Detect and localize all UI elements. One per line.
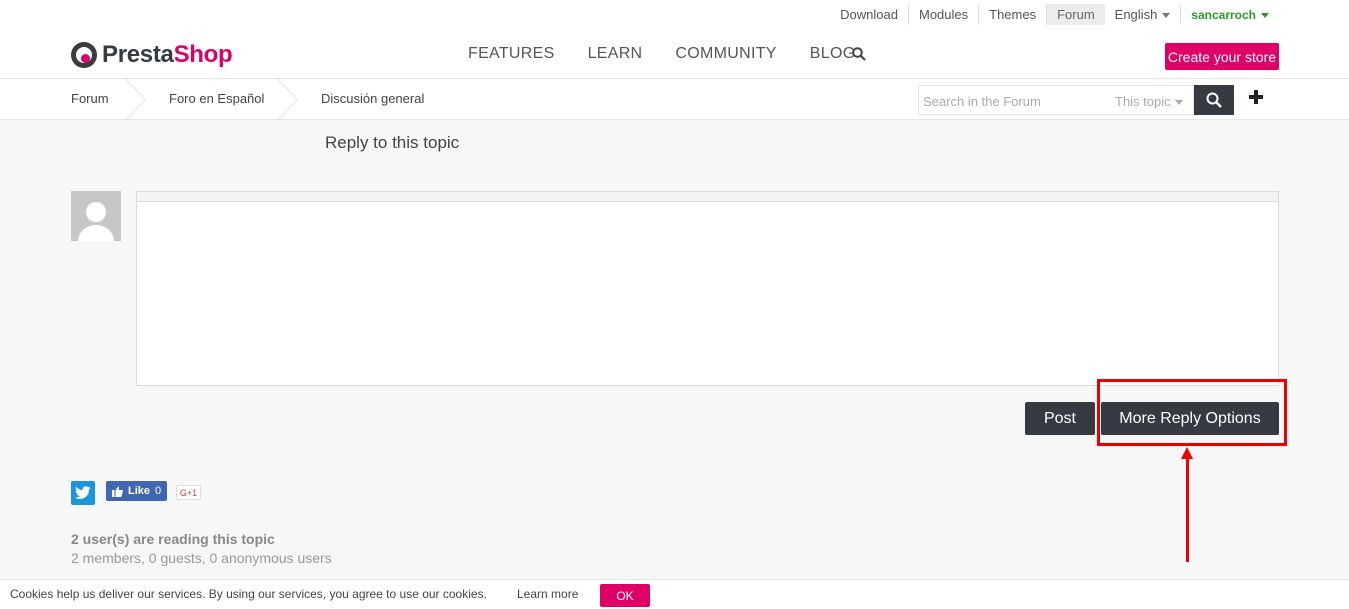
reply-title: Reply to this topic	[325, 133, 460, 152]
prestashop-logo[interactable]: PrestaShop	[71, 41, 233, 69]
readers-detail: 2 members, 0 guests, 0 anonymous users	[71, 550, 332, 566]
breadcrumb-forum[interactable]: Forum	[71, 91, 109, 106]
search-icon	[1206, 92, 1222, 108]
google-plus-button[interactable]: G+1	[176, 485, 201, 500]
annotation-arrow-head	[1181, 447, 1193, 459]
nav-features[interactable]: FEATURES	[468, 45, 555, 63]
search-icon[interactable]	[852, 47, 866, 61]
breadcrumb-foro-espanol[interactable]: Foro en Español	[169, 91, 264, 106]
language-selector[interactable]: English	[1105, 4, 1182, 25]
create-store-button[interactable]: Create your store	[1165, 43, 1279, 70]
main-nav: FEATURES LEARN COMMUNITY BLOG	[468, 45, 888, 63]
logo-icon	[71, 42, 97, 68]
cookie-message: Cookies help us deliver our services. By…	[10, 587, 487, 601]
breadcrumb-separator-icon	[277, 79, 298, 120]
forum-search-input[interactable]: Search in the Forum This topic	[918, 85, 1194, 115]
forum-search-placeholder: Search in the Forum	[923, 94, 1041, 109]
logo-text: PrestaShop	[102, 41, 233, 68]
facebook-like-label: Like	[128, 485, 151, 497]
breadcrumb-bar: Forum Foro en Español Discusión general …	[0, 79, 1349, 120]
readers-headline: 2 user(s) are reading this topic	[71, 531, 275, 547]
nav-learn[interactable]: LEARN	[588, 45, 643, 63]
cookie-banner: Cookies help us deliver our services. By…	[0, 579, 1349, 609]
chevron-down-icon	[1162, 13, 1171, 19]
facebook-like-count: 0	[155, 485, 162, 497]
search-scope-select[interactable]: This topic	[1115, 94, 1183, 109]
breadcrumb-discusion-general[interactable]: Discusión general	[321, 91, 424, 106]
cookie-ok-button[interactable]: OK	[600, 584, 650, 607]
user-menu[interactable]: sancarroch	[1181, 5, 1279, 25]
chevron-down-icon	[1174, 100, 1183, 106]
breadcrumb-separator-icon	[125, 79, 146, 120]
top-link-themes[interactable]: Themes	[979, 4, 1048, 25]
annotation-arrow-shaft	[1186, 455, 1189, 562]
reply-editor[interactable]	[136, 191, 1279, 386]
top-link-modules[interactable]: Modules	[909, 4, 980, 25]
nav-blog[interactable]: BLOG	[810, 45, 856, 63]
top-links: Download Modules Themes Forum English sa…	[830, 4, 1279, 25]
plus-icon[interactable]	[1247, 88, 1265, 106]
annotation-highlight-box	[1097, 379, 1287, 446]
username: sancarroch	[1191, 7, 1256, 22]
twitter-icon	[75, 486, 91, 499]
top-link-download[interactable]: Download	[830, 4, 909, 25]
top-link-forum[interactable]: Forum	[1047, 4, 1105, 25]
facebook-icon	[112, 486, 123, 497]
facebook-like-button[interactable]: Like 0	[106, 481, 168, 501]
post-button[interactable]: Post	[1025, 402, 1095, 435]
twitter-share-button[interactable]	[71, 481, 95, 505]
avatar-placeholder-icon	[78, 202, 114, 241]
editor-toolbar	[137, 192, 1278, 202]
site-header: Download Modules Themes Forum English sa…	[0, 0, 1349, 79]
chevron-down-icon	[1261, 12, 1269, 18]
forum-search-button[interactable]	[1194, 85, 1234, 115]
nav-community[interactable]: COMMUNITY	[675, 45, 776, 63]
language-label: English	[1114, 7, 1158, 22]
avatar	[71, 191, 121, 241]
cookie-learn-more-link[interactable]: Learn more	[517, 587, 578, 601]
